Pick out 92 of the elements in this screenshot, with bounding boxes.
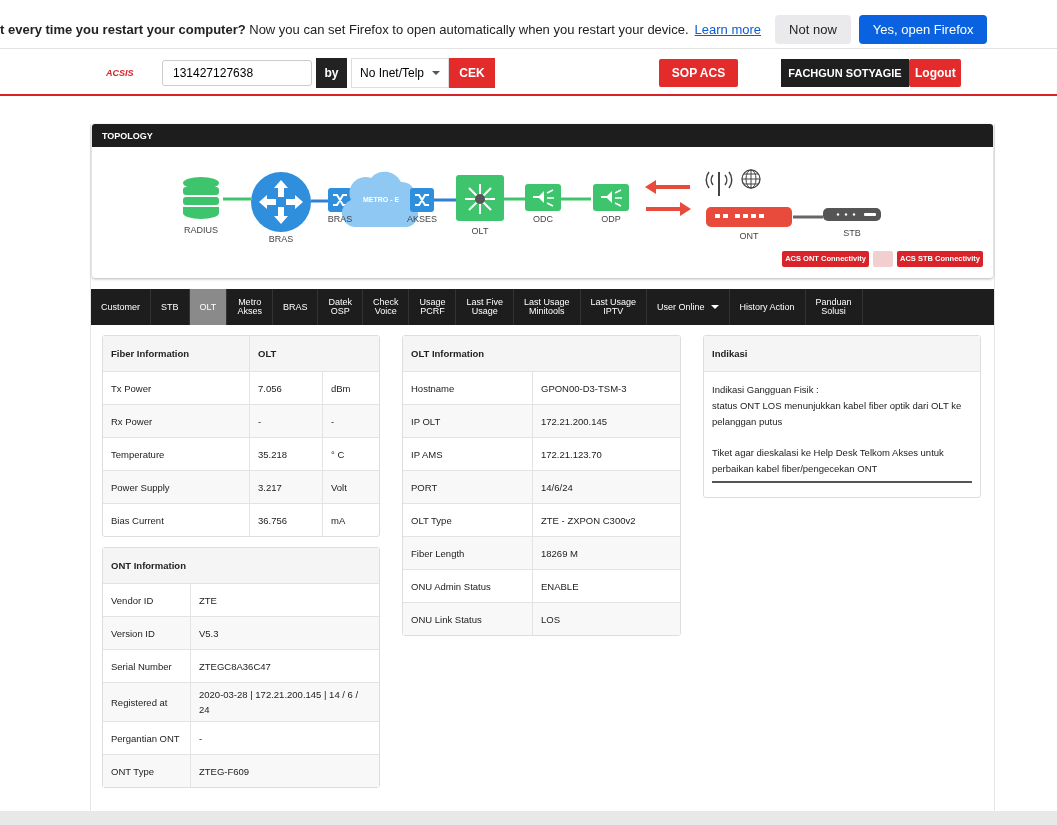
- nav-tab[interactable]: Last Five Usage: [456, 289, 514, 325]
- nav-tab[interactable]: Check Voice: [362, 289, 410, 325]
- table-cell-text: ZTEGC8A36C47: [198, 659, 272, 674]
- table-cell: Registered at: [103, 683, 191, 721]
- table-heading: Fiber Information: [103, 336, 250, 371]
- table-heading: OLT Information: [410, 347, 486, 361]
- notification-message: t every time you restart your computer? Now you can set Firefox to open automatically when you restart your device.: [0, 21, 689, 37]
- splitter-icon: [593, 184, 629, 211]
- table-cell: Fiber Length: [403, 537, 533, 569]
- by-label: by: [316, 58, 347, 88]
- nav-tab[interactable]: Customer: [91, 289, 151, 325]
- table-cell-text: 18269 M: [540, 546, 579, 561]
- table-cell-text: dBm: [330, 381, 352, 396]
- table-cell-text: ZTE: [198, 593, 218, 608]
- open-firefox-button[interactable]: Yes, open Firefox: [858, 14, 988, 44]
- bidirectional-arrows-icon: [645, 180, 691, 216]
- table-cell-text: GPON00-D3-TSM-3: [540, 381, 628, 396]
- search-field[interactable]: 131427127638: [162, 60, 312, 86]
- node-label: STB: [843, 228, 861, 238]
- node-label: ODC: [533, 214, 553, 224]
- nav-tab[interactable]: BRAS: [272, 289, 319, 325]
- reload-button[interactable]: [873, 250, 893, 267]
- table-cell: Bias Current: [103, 504, 250, 536]
- table-cell-text: ZTEG-F609: [198, 764, 251, 779]
- connector-line: [561, 197, 591, 201]
- table-cell-text: V5.3: [198, 626, 220, 641]
- connector-line: [223, 197, 251, 201]
- table-cell-text: Volt: [330, 480, 348, 495]
- nav-tab[interactable]: Usage PCRF: [409, 289, 457, 325]
- table-cell-text: ZTE - ZXPON C300v2: [540, 513, 637, 528]
- filter-dropdown[interactable]: No Inet/Telp: [351, 58, 449, 88]
- nav-tab[interactable]: Metro Akses: [227, 289, 273, 325]
- node-label: ONT: [739, 231, 759, 241]
- table-cell: 3.217: [250, 471, 323, 503]
- connector-line: [504, 197, 526, 201]
- nav-tab[interactable]: Last Usage IPTV: [580, 289, 648, 325]
- nav-tab[interactable]: Panduan Solusi: [805, 289, 863, 325]
- sop-button[interactable]: SOP ACS: [659, 59, 738, 87]
- globe-icon: [741, 169, 761, 189]
- check-button[interactable]: CEK: [449, 58, 495, 88]
- table-cell: -: [250, 405, 323, 437]
- olt-icon: [456, 175, 504, 221]
- router-device-icon: [706, 207, 792, 227]
- table-cell-text: 172.21.123.70: [540, 447, 603, 462]
- table-cell: Rx Power: [103, 405, 250, 437]
- not-now-button[interactable]: Not now: [775, 14, 851, 44]
- logo: ACSIS: [106, 68, 135, 78]
- nav-tab[interactable]: History Action: [729, 289, 806, 325]
- panel-heading: Indikasi: [711, 347, 749, 361]
- switch-icon: [410, 188, 434, 212]
- table-cell-text: 14/6/24: [540, 480, 574, 495]
- table-cell-text: 2020-03-28 | 172.21.200.145 | 14 / 6 / 24: [198, 688, 360, 717]
- nav-tab[interactable]: User Online: [647, 289, 730, 325]
- caret-icon: [432, 71, 440, 75]
- table-cell-text: mA: [330, 513, 347, 528]
- table-cell-text: 172.21.200.145: [540, 414, 609, 429]
- node-label: ODP: [601, 214, 621, 224]
- nav-tab[interactable]: Datek OSP: [318, 289, 363, 325]
- table-cell: IP OLT: [403, 405, 533, 437]
- splitter-icon: [525, 184, 561, 211]
- database-icon: [183, 177, 219, 219]
- horizontal-scrollbar[interactable]: [0, 811, 1057, 825]
- learn-more-link[interactable]: Learn more: [694, 21, 762, 37]
- table-cell-text: ° C: [330, 447, 346, 462]
- table-cell-text: -: [198, 731, 204, 746]
- logout-button[interactable]: Logout: [909, 59, 961, 87]
- node-label: RADIUS: [184, 225, 218, 235]
- table-cell: Power Supply: [103, 471, 250, 503]
- antenna-icon: [705, 171, 733, 197]
- table-cell: 36.756: [250, 504, 323, 536]
- table-cell-text: LOS: [540, 612, 561, 627]
- table-cell: Version ID: [103, 617, 191, 649]
- node-label: OLT: [471, 226, 489, 236]
- connector-line: [434, 198, 456, 202]
- user-name: FACHGUN SOTYAGIE: [781, 59, 909, 87]
- nav-tab[interactable]: Last Usage Minitools: [513, 289, 581, 325]
- router-icon: [251, 172, 311, 232]
- set-top-box-icon: [823, 208, 881, 221]
- table-heading: ONT Information: [110, 559, 187, 573]
- table-heading: OLT: [257, 347, 278, 361]
- node-label: BRAS: [268, 234, 294, 244]
- table-cell-text: -: [330, 414, 336, 429]
- connector-line: [311, 199, 328, 203]
- table-cell: ONU Link Status: [403, 603, 533, 635]
- table-cell: ONT Type: [103, 755, 191, 787]
- card-title: TOPOLOGY: [102, 130, 153, 141]
- indication-text: Indikasi Gangguan Fisik : status ONT LOS menunjukkan kabel fiber optik dari OLT ke pelanggan putus: [712, 383, 963, 429]
- table-cell: PORT: [403, 471, 533, 503]
- table-cell-text: ENABLE: [540, 579, 580, 594]
- connector-line: [793, 215, 823, 219]
- indication-text: Tiket agar dieskalasi ke Help Desk Telkom Akses untuk perbaikan kabel fiber/pengecekan ONT: [712, 446, 945, 476]
- nav-tab[interactable]: STB: [151, 289, 190, 325]
